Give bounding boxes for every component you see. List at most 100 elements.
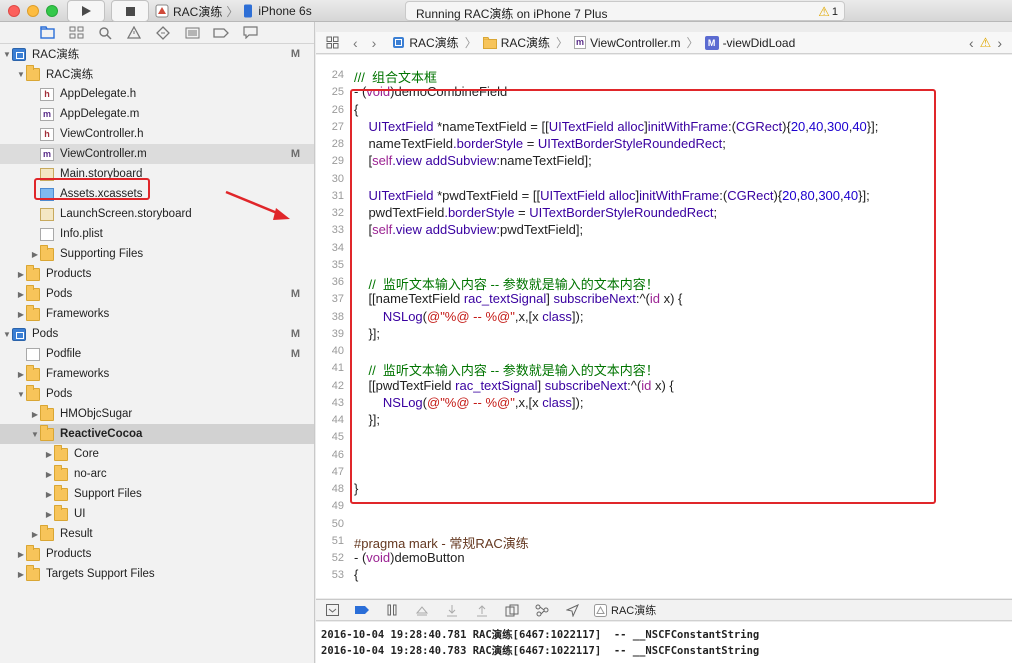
folder-icon [26, 385, 40, 401]
chevron-left-icon[interactable]: ‹ [969, 35, 974, 51]
disclosure-closed-icon[interactable]: ▶ [16, 270, 26, 279]
tree-row[interactable]: ▶ no-arc [0, 464, 314, 484]
tree-row[interactable]: ▶ Frameworks [0, 364, 314, 384]
warning-icon: ⚠ [818, 4, 830, 19]
tree-row[interactable]: ▼ RAC演练 [0, 64, 314, 84]
zoom-window-button[interactable] [46, 5, 58, 17]
jumpbar-project[interactable]: RAC演练 [392, 34, 459, 51]
disclosure-closed-icon[interactable]: ▶ [30, 530, 40, 539]
code-line[interactable]: { [354, 567, 358, 582]
line-number: 48 [331, 483, 344, 495]
folder-icon[interactable] [38, 25, 56, 41]
console-line: 2016-10-04 19:28:40.781 RAC演练[6467:10221… [321, 629, 760, 641]
report-icon[interactable] [241, 25, 259, 41]
forward-button[interactable]: › [372, 35, 377, 51]
tree-row[interactable]: ▶ Result [0, 524, 314, 544]
tree-row[interactable]: ▼ ReactiveCocoa [0, 424, 314, 444]
tree-row[interactable]: h AppDelegate.h [0, 84, 314, 104]
tree-row[interactable]: ▶ Supporting Files [0, 244, 314, 264]
scheme-selector[interactable]: RAC演练 〉 iPhone 6s [155, 1, 312, 21]
stop-button[interactable] [111, 0, 149, 22]
tree-row[interactable]: ▶ Targets Support Files [0, 564, 314, 584]
tree-row[interactable]: ▶ Frameworks [0, 304, 314, 324]
pause-icon[interactable] [384, 603, 400, 617]
line-number: 41 [331, 362, 344, 375]
step-into-icon[interactable] [444, 603, 460, 617]
jumpbar-file[interactable]: m ViewController.m [574, 35, 681, 50]
line-number: 26 [331, 103, 344, 116]
tree-row[interactable]: ▼ Pods [0, 384, 314, 404]
navigator-selector-bar [0, 22, 314, 44]
disclosure-open-icon[interactable]: ▼ [16, 390, 26, 399]
test-diamond-icon[interactable] [154, 25, 172, 41]
line-number: 28 [331, 138, 344, 150]
line-number: 52 [331, 552, 344, 564]
disclosure-closed-icon[interactable]: ▶ [16, 290, 26, 299]
tree-row[interactable]: ▼ RAC演练 M [0, 44, 314, 64]
memory-graph-icon[interactable] [534, 603, 550, 617]
jumpbar-symbol[interactable]: M -viewDidLoad [704, 35, 795, 50]
hide-debug-area-icon[interactable] [324, 603, 340, 617]
arrow-annotation [225, 190, 290, 220]
tree-row[interactable]: ▶ Products [0, 264, 314, 284]
back-button[interactable]: ‹ [353, 35, 358, 51]
breakpoints-toggle-icon[interactable] [354, 603, 370, 617]
step-over-icon[interactable] [414, 603, 430, 617]
chevron-right-icon[interactable]: › [997, 35, 1002, 51]
tree-row[interactable]: ▶ HMObjcSugar [0, 404, 314, 424]
tree-row-label: AppDelegate.m [60, 108, 140, 120]
disclosure-closed-icon[interactable]: ▶ [44, 450, 54, 459]
console-output[interactable]: 2016-10-04 19:28:40.781 RAC演练[6467:10221… [316, 622, 1012, 663]
disclosure-open-icon[interactable]: ▼ [2, 50, 12, 59]
disclosure-closed-icon[interactable]: ▶ [16, 550, 26, 559]
line-number: 50 [331, 517, 344, 530]
warning-indicator[interactable]: ⚠ 1 [818, 4, 838, 20]
tree-row[interactable]: ▶ Core [0, 444, 314, 464]
view-hierarchy-icon[interactable] [504, 603, 520, 617]
tree-row-label: Frameworks [46, 368, 110, 380]
debug-target[interactable]: RAC演练 [594, 602, 656, 618]
tree-row[interactable]: ▶ Support Files [0, 484, 314, 504]
disclosure-closed-icon[interactable]: ▶ [16, 370, 26, 379]
debug-list-icon[interactable] [183, 25, 201, 41]
issue-warning-icon[interactable]: ⚠ [980, 35, 992, 51]
tree-row[interactable]: ▶ UI [0, 504, 314, 524]
project-icon [12, 328, 26, 341]
disclosure-open-icon[interactable]: ▼ [16, 70, 26, 79]
step-out-icon[interactable] [474, 603, 490, 617]
code-line[interactable]: #pragma mark - 常规RAC演练 [354, 533, 529, 552]
tree-row[interactable]: m AppDelegate.m [0, 104, 314, 124]
disclosure-closed-icon[interactable]: ▶ [16, 570, 26, 579]
jumpbar-group[interactable]: RAC演练 [482, 34, 550, 51]
disclosure-closed-icon[interactable]: ▶ [44, 470, 54, 479]
close-window-button[interactable] [8, 5, 20, 17]
disclosure-open-icon[interactable]: ▼ [30, 430, 40, 439]
code-line[interactable]: /// 组合文本框 [354, 67, 437, 86]
tree-row[interactable]: h ViewController.h [0, 124, 314, 144]
disclosure-closed-icon[interactable]: ▶ [44, 510, 54, 519]
tree-row[interactable]: ▼ Pods M [0, 324, 314, 344]
debug-bar: RAC演练 [316, 599, 1012, 621]
code-line[interactable]: - (void)demoButton [354, 550, 465, 565]
search-icon[interactable] [96, 25, 114, 41]
tree-row-label: RAC演练 [32, 49, 80, 61]
tree-row[interactable]: m ViewController.m M [0, 144, 314, 164]
tree-row[interactable]: Podfile M [0, 344, 314, 364]
minimize-window-button[interactable] [27, 5, 39, 17]
tree-row[interactable]: ▶ Products [0, 544, 314, 564]
disclosure-closed-icon[interactable]: ▶ [30, 250, 40, 259]
disclosure-open-icon[interactable]: ▼ [2, 330, 12, 339]
tree-row[interactable]: Info.plist [0, 224, 314, 244]
warning-icon[interactable] [125, 25, 143, 41]
disclosure-closed-icon[interactable]: ▶ [44, 490, 54, 499]
breakpoint-icon[interactable] [212, 25, 230, 41]
disclosure-closed-icon[interactable]: ▶ [30, 410, 40, 419]
disclosure-closed-icon[interactable]: ▶ [16, 310, 26, 319]
jumpbar-file-label: ViewController.m [590, 35, 681, 50]
run-button[interactable] [67, 0, 105, 22]
line-number: 29 [331, 155, 344, 168]
tree-row[interactable]: ▶ Pods M [0, 284, 314, 304]
grid-icon[interactable] [326, 36, 339, 49]
hierarchy-icon[interactable] [67, 25, 85, 41]
location-icon[interactable] [564, 603, 580, 617]
